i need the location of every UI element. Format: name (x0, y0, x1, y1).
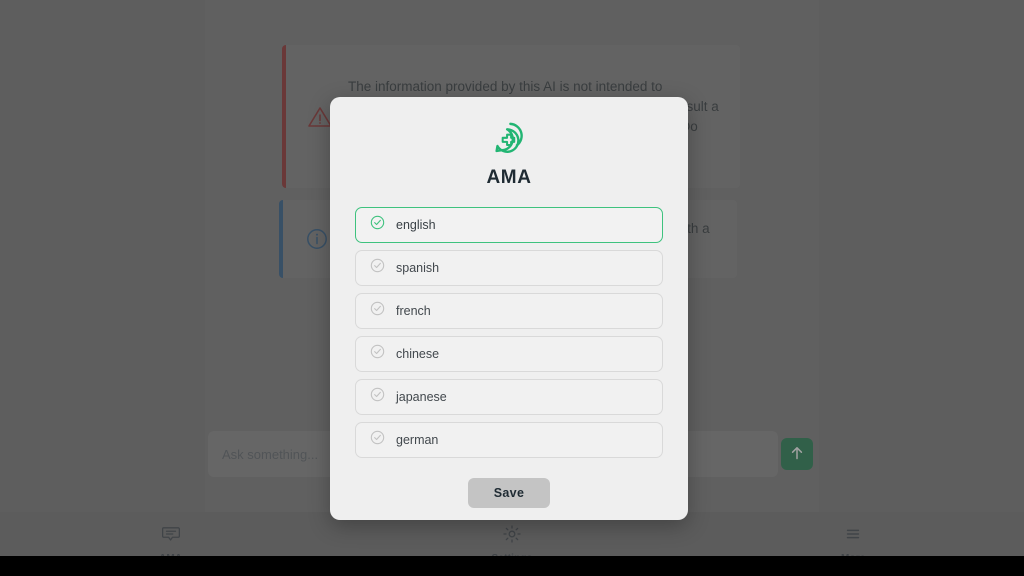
language-label: japanese (396, 390, 447, 404)
check-circle-icon (370, 301, 385, 321)
language-selection-modal: AMA english spanish french chinese japan… (330, 97, 688, 520)
language-label: english (396, 218, 436, 232)
device-screen: The information provided by this AI is n… (0, 0, 1024, 576)
check-circle-icon (370, 387, 385, 407)
check-circle-icon (370, 430, 385, 450)
save-button[interactable]: Save (467, 478, 551, 508)
language-option-chinese[interactable]: chinese (355, 336, 663, 372)
language-option-english[interactable]: english (355, 207, 663, 243)
ama-medical-chat-logo-icon (355, 117, 663, 161)
language-label: french (396, 304, 431, 318)
device-bottom-bar (0, 556, 1024, 576)
save-row: Save (355, 478, 663, 508)
language-list: english spanish french chinese japanese … (355, 207, 663, 458)
language-option-spanish[interactable]: spanish (355, 250, 663, 286)
check-circle-icon (370, 344, 385, 364)
language-label: chinese (396, 347, 440, 361)
language-option-french[interactable]: french (355, 293, 663, 329)
language-label: german (396, 433, 439, 447)
language-option-japanese[interactable]: japanese (355, 379, 663, 415)
modal-title: AMA (486, 167, 532, 188)
language-label: spanish (396, 261, 440, 275)
check-circle-icon (370, 258, 385, 278)
check-circle-icon (370, 215, 385, 235)
language-option-german[interactable]: german (355, 422, 663, 458)
